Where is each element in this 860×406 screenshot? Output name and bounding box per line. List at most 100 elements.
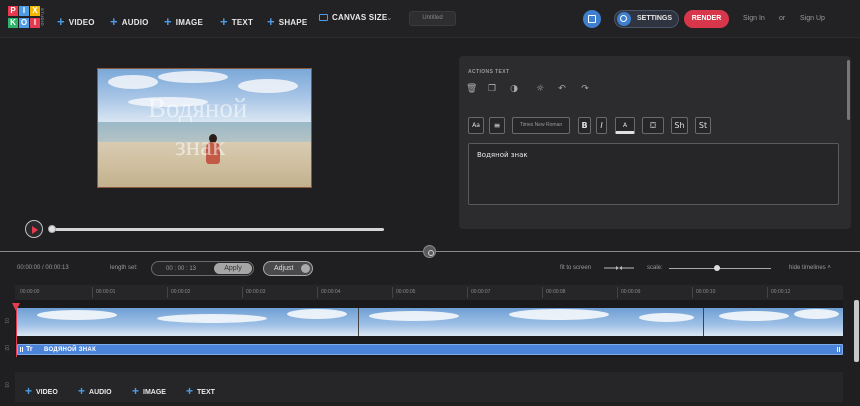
- watermark-line-1[interactable]: Водяной: [148, 93, 247, 124]
- add-image-track-button[interactable]: + IMAGE: [132, 383, 166, 398]
- cloud-shape: [108, 75, 158, 89]
- divider-handle[interactable]: [423, 245, 436, 258]
- fit-to-screen-label[interactable]: fit to screen: [560, 265, 591, 271]
- settings-button[interactable]: SETTINGS: [614, 10, 679, 28]
- watermark-line-2[interactable]: знак: [175, 131, 225, 162]
- video-clip-segment[interactable]: [704, 308, 843, 336]
- add-audio-button[interactable]: + AUDIO: [110, 13, 149, 29]
- timeline-ruler[interactable]: [15, 285, 843, 300]
- ruler-tick-label: 00:00:03: [246, 289, 266, 295]
- align-button[interactable]: ≡: [489, 117, 505, 134]
- plus-icon: +: [267, 14, 275, 29]
- add-shape-button[interactable]: + SHAPE: [267, 13, 307, 29]
- scale-slider[interactable]: [669, 268, 771, 269]
- cloud-shape: [509, 309, 609, 320]
- plus-icon: +: [25, 384, 33, 398]
- add-video-label: VIDEO: [68, 18, 95, 27]
- layers-icon[interactable]: ◑: [509, 84, 519, 94]
- ruler-tick-label: 00:00:02: [171, 289, 191, 295]
- trash-icon[interactable]: 🗑: [466, 84, 477, 94]
- app-logo[interactable]: P I X K O I STUDIO: [8, 6, 45, 32]
- track-number: 01: [3, 318, 9, 324]
- ruler-tick: [167, 287, 168, 298]
- bold-button[interactable]: B: [578, 117, 591, 134]
- save-button[interactable]: [583, 10, 601, 28]
- project-title-input[interactable]: Untitled: [409, 11, 456, 26]
- plus-icon: +: [78, 384, 86, 398]
- undo-icon[interactable]: ↶: [557, 84, 567, 94]
- add-audio-track-button[interactable]: + AUDIO: [78, 383, 112, 398]
- add-image-button[interactable]: + IMAGE: [164, 13, 203, 29]
- playback-scrubber[interactable]: [50, 228, 384, 231]
- video-clip-segment[interactable]: [359, 308, 704, 336]
- settings-label: SETTINGS: [637, 15, 673, 22]
- add-video-button[interactable]: + VIDEO: [57, 13, 95, 29]
- length-label: length set:: [110, 265, 138, 271]
- fit-arrows-icon[interactable]: [604, 266, 634, 270]
- plus-icon: +: [132, 384, 140, 398]
- render-button[interactable]: RENDER: [684, 10, 729, 28]
- right-trim-handle[interactable]: [837, 347, 840, 352]
- panel-scrollbar[interactable]: [847, 60, 850, 120]
- text-color-button[interactable]: A: [615, 117, 635, 134]
- stroke-button[interactable]: St: [695, 117, 711, 134]
- shadow-button[interactable]: Sh: [671, 117, 688, 134]
- hide-timelines-button[interactable]: hide timelines ˄: [789, 265, 831, 271]
- adjust-toggle[interactable]: Adjust: [263, 261, 313, 276]
- cloud-shape: [238, 79, 298, 93]
- timeline-scrollbar[interactable]: [854, 300, 859, 362]
- chevron-down-icon[interactable]: ⌄: [386, 13, 393, 22]
- logo-letter-x: X: [30, 6, 40, 16]
- save-icon: [588, 15, 596, 23]
- track-number: 02: [3, 345, 9, 351]
- add-image-track-label: IMAGE: [143, 389, 166, 396]
- text-type-icon: Tr: [26, 346, 33, 353]
- canvas-size-label: CANVAS SIZE: [332, 13, 388, 22]
- duplicate-icon[interactable]: ❐: [487, 84, 497, 94]
- brightness-icon[interactable]: ☼: [535, 84, 545, 94]
- text-content-input[interactable]: Водяной знак: [468, 143, 839, 205]
- italic-button[interactable]: I: [596, 117, 607, 134]
- play-button[interactable]: [25, 220, 43, 238]
- ruler-tick-label: 00:00:08: [546, 289, 566, 295]
- add-text-track-button[interactable]: + TEXT: [186, 383, 215, 398]
- paint-bucket-icon: ⛋: [649, 121, 657, 130]
- ruler-tick: [542, 287, 543, 298]
- ruler-tick: [467, 287, 468, 298]
- cloud-shape: [369, 311, 459, 321]
- top-toolbar: P I X K O I STUDIO + VIDEO + AUDIO + IMAGE …: [0, 0, 860, 38]
- logo-letter-i: I: [19, 6, 29, 16]
- playhead-line: [16, 305, 17, 357]
- redo-icon[interactable]: ↷: [580, 84, 590, 94]
- add-video-track-button[interactable]: + VIDEO: [25, 383, 58, 398]
- cloud-shape: [37, 310, 117, 320]
- add-text-button[interactable]: + TEXT: [220, 13, 253, 29]
- add-video-track-label: VIDEO: [36, 389, 58, 396]
- scale-slider-handle[interactable]: [713, 265, 720, 271]
- ruler-tick-label: 00:00:05: [396, 289, 416, 295]
- plus-icon: +: [57, 14, 65, 29]
- sign-up-link[interactable]: Sign Up: [800, 15, 825, 22]
- left-trim-handle[interactable]: [20, 347, 23, 352]
- ruler-tick: [617, 287, 618, 298]
- plus-icon: +: [220, 14, 228, 29]
- apply-button[interactable]: Apply: [214, 263, 252, 274]
- font-family-field[interactable]: Times New Roman: [512, 117, 570, 134]
- fill-color-button[interactable]: ⛋: [642, 117, 664, 134]
- text-track-clip[interactable]: Tr ВОДЯНОЙ ЗНАК: [17, 344, 843, 355]
- font-size-button[interactable]: Aa: [468, 117, 484, 134]
- folder-icon: [319, 14, 328, 21]
- plus-icon: +: [186, 384, 194, 398]
- video-clip-segment[interactable]: [17, 308, 359, 336]
- panel-title: ACTIONS TEXT: [468, 69, 510, 75]
- video-preview[interactable]: Водяной знак: [97, 68, 312, 188]
- sign-in-link[interactable]: Sign In: [743, 15, 765, 22]
- logo-letter-p: P: [8, 6, 18, 16]
- scale-label: scale:: [647, 265, 663, 271]
- scrubber-handle[interactable]: [48, 225, 56, 233]
- gear-icon: [617, 12, 631, 26]
- canvas-size-button[interactable]: CANVAS SIZE: [319, 13, 387, 22]
- ruler-tick-label: 00:00:04: [321, 289, 341, 295]
- time-readout: 00:00:00 / 00:00:13: [17, 265, 69, 271]
- ruler-tick-label: 00:00:09: [621, 289, 641, 295]
